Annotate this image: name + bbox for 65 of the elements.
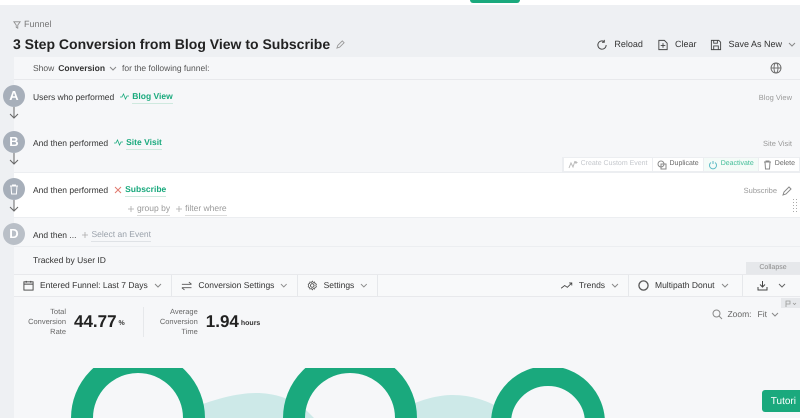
zoom-label: Zoom: bbox=[727, 308, 752, 321]
plus-icon bbox=[176, 206, 182, 212]
stat-value: 1.94 bbox=[206, 311, 239, 334]
remove-icon[interactable] bbox=[114, 186, 122, 194]
toolbar-dropdown[interactable]: Settings bbox=[298, 275, 378, 296]
down-arrow-icon bbox=[9, 107, 19, 119]
clear-button[interactable]: Clear bbox=[656, 38, 696, 52]
power-icon bbox=[708, 160, 718, 170]
caret-icon bbox=[778, 283, 786, 288]
delete-step-button[interactable] bbox=[3, 178, 25, 200]
toolbar-dropdown[interactable]: Trends bbox=[551, 275, 629, 296]
calendar-icon bbox=[23, 280, 34, 291]
page-title: 3 Step Conversion from Blog View to Subscribe bbox=[13, 34, 330, 54]
funnel-icon bbox=[13, 20, 21, 29]
pencil-icon[interactable] bbox=[782, 186, 792, 196]
step-prefix: Users who performed bbox=[33, 90, 114, 104]
down-arrow-icon bbox=[9, 153, 19, 165]
download-icon bbox=[757, 280, 768, 291]
caret-icon bbox=[771, 312, 779, 317]
trash-icon bbox=[762, 160, 772, 170]
metric-dropdown[interactable]: Conversion bbox=[58, 62, 118, 74]
show-suffix: for the following funnel: bbox=[122, 62, 210, 74]
pencil-icon[interactable] bbox=[336, 40, 346, 48]
step-marker: D bbox=[3, 223, 25, 245]
toolbar-dropdown[interactable]: Entered Funnel: Last 7 Days bbox=[14, 275, 172, 296]
toolbar-dropdown[interactable]: Multipath Donut bbox=[629, 275, 743, 296]
caret-icon bbox=[360, 283, 368, 288]
save-button[interactable]: Save As New bbox=[710, 38, 796, 52]
breadcrumb: Funnel bbox=[24, 18, 52, 31]
trash-icon bbox=[9, 184, 19, 194]
pulse-icon bbox=[114, 139, 124, 146]
globe-icon[interactable] bbox=[770, 62, 782, 74]
step-marker: B bbox=[3, 131, 25, 153]
ring-icon bbox=[638, 280, 649, 291]
show-label: Show bbox=[33, 62, 54, 74]
search-icon bbox=[712, 308, 724, 320]
swap-arrows-icon bbox=[181, 280, 192, 290]
settings-icon bbox=[307, 280, 318, 291]
reload-icon bbox=[596, 38, 608, 51]
tracked-by-label: Tracked by User ID bbox=[33, 254, 106, 267]
toolbar-dropdown[interactable]: Conversion Settings bbox=[172, 275, 298, 296]
down-arrow-icon bbox=[9, 200, 19, 212]
step-prefix: And then performed bbox=[33, 136, 108, 150]
document-plus-icon bbox=[656, 38, 669, 51]
step-prefix: And then ... bbox=[33, 228, 76, 242]
duplicate-icon bbox=[656, 160, 666, 170]
reload-button[interactable]: Reload bbox=[596, 38, 643, 52]
stat-value: 44.77 bbox=[74, 311, 117, 334]
sparkle-chart-icon bbox=[568, 160, 578, 169]
flag-icon bbox=[784, 300, 796, 306]
plus-icon bbox=[82, 232, 88, 238]
top-tab-indicator bbox=[470, 0, 520, 3]
trend-line-icon bbox=[560, 282, 573, 290]
caret-icon bbox=[788, 42, 796, 48]
caret-icon bbox=[720, 283, 729, 288]
zoom-dropdown[interactable]: Fit bbox=[758, 308, 779, 321]
pulse-icon bbox=[120, 93, 130, 100]
caret-icon bbox=[109, 66, 118, 70]
caret-icon bbox=[280, 283, 288, 288]
flag-dropdown[interactable] bbox=[781, 298, 800, 308]
plus-icon bbox=[128, 206, 134, 212]
step-marker: A bbox=[3, 85, 25, 107]
caret-icon bbox=[611, 283, 619, 288]
caret-icon bbox=[154, 283, 162, 288]
step-prefix: And then performed bbox=[33, 184, 108, 196]
